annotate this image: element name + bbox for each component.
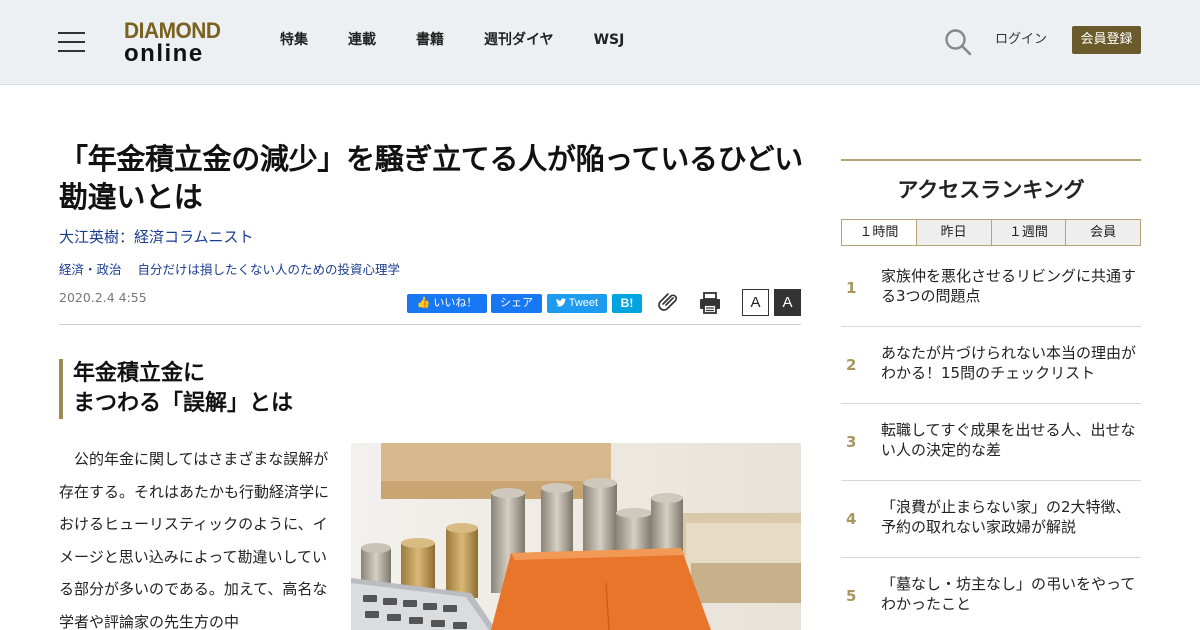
section-heading: 年金積立金に まつわる「誤解」とは	[59, 359, 459, 419]
font-size-normal-button[interactable]: A	[742, 289, 769, 316]
section-heading-line2: まつわる「誤解」とは	[73, 391, 294, 416]
tweet-button[interactable]: Tweet	[547, 294, 607, 313]
article-body: 公的年金に関してはさまざまな誤解が存在する。それはあたかも行動経済学におけるヒュ…	[59, 450, 330, 630]
divider	[59, 324, 801, 325]
facebook-share-button[interactable]: シェア	[491, 294, 542, 313]
ranking-item[interactable]: 5 「墓なし・坊主なし」の弔いをやってわかったこと	[841, 558, 1141, 630]
tag-economy[interactable]: 経済・政治	[59, 262, 122, 277]
tab-1-week[interactable]: １週間	[990, 220, 1066, 245]
publish-date: 2020.2.4 4:55	[59, 290, 147, 305]
ranking-article-link[interactable]: 「墓なし・坊主なし」の弔いをやってわかったこと	[881, 574, 1139, 614]
facebook-like-button[interactable]: 👍 いいね！	[407, 294, 487, 313]
ranking-number: 4	[846, 510, 857, 528]
nav-item-books[interactable]: 書籍	[416, 30, 444, 50]
ranking-number: 2	[846, 356, 857, 374]
main-nav: 特集 連載 書籍 週刊ダイヤ WSJ	[280, 30, 664, 50]
ranking-article-link[interactable]: 転職してすぐ成果を出せる人、出せない人の決定的な差	[881, 420, 1139, 460]
ranking-title: アクセスランキング	[897, 178, 1085, 202]
article-photo	[351, 443, 801, 630]
tag-series[interactable]: 自分だけは損したくない人のための投資心理学	[138, 262, 401, 277]
ranking-number: 1	[846, 279, 857, 297]
nav-item-wsj[interactable]: WSJ	[594, 30, 625, 50]
font-size-large-button[interactable]: A	[774, 289, 801, 316]
like-label: いいね！	[433, 297, 478, 309]
nav-item-features[interactable]: 特集	[280, 30, 308, 50]
search-icon[interactable]	[944, 28, 972, 56]
menu-icon[interactable]	[58, 31, 86, 53]
ranking-article-link[interactable]: あなたが片づけられない本当の理由がわかる！15問のチェックリスト	[881, 343, 1139, 383]
hatena-bookmark-button[interactable]: B!	[612, 294, 642, 313]
register-button[interactable]: 会員登録	[1072, 26, 1141, 54]
site-header: DIAMOND online 特集 連載 書籍 週刊ダイヤ WSJ ログイン 会…	[0, 0, 1200, 85]
tab-members[interactable]: 会員	[1065, 220, 1140, 245]
ranking-number: 3	[846, 433, 857, 451]
ranking-item[interactable]: 2 あなたが片づけられない本当の理由がわかる！15問のチェックリスト	[841, 327, 1141, 404]
ranking-top-border	[841, 159, 1141, 161]
thumbs-up-icon: 👍	[416, 297, 431, 309]
print-icon[interactable]	[698, 291, 722, 315]
ranking-tabs: １時間 昨日 １週間 会員	[841, 219, 1141, 246]
twitter-bird-icon	[555, 298, 566, 307]
paperclip-icon[interactable]	[658, 291, 680, 313]
ranking-item[interactable]: 4 「浪費が止まらない家」の2大特徴、予約の取れない家政婦が解説	[841, 481, 1141, 558]
section-heading-line1: 年金積立金に	[73, 361, 206, 386]
ranking-item[interactable]: 1 家族仲を悪化させるリビングに共通する3つの問題点	[841, 250, 1141, 327]
nav-item-weekly[interactable]: 週刊ダイヤ	[484, 30, 554, 50]
ranking-number: 5	[846, 587, 857, 605]
login-link[interactable]: ログイン	[995, 31, 1047, 49]
tab-yesterday[interactable]: 昨日	[915, 220, 991, 245]
ranking-article-link[interactable]: 「浪費が止まらない家」の2大特徴、予約の取れない家政婦が解説	[881, 497, 1139, 537]
author-link[interactable]: 大江英樹：経済コラムニスト	[59, 228, 254, 246]
coins-calculator-illustration	[351, 443, 801, 630]
article-tags: 経済・政治 自分だけは損したくない人のための投資心理学	[59, 262, 412, 278]
ranking-article-link[interactable]: 家族仲を悪化させるリビングに共通する3つの問題点	[881, 266, 1139, 306]
site-logo[interactable]: DIAMOND online	[124, 19, 228, 67]
tweet-label: Tweet	[568, 297, 599, 309]
ranking-item[interactable]: 3 転職してすぐ成果を出せる人、出せない人の決定的な差	[841, 404, 1141, 481]
nav-item-series[interactable]: 連載	[348, 30, 376, 50]
ranking-list: 1 家族仲を悪化させるリビングに共通する3つの問題点 2 あなたが片づけられない…	[841, 250, 1141, 630]
logo-line2: online	[124, 40, 204, 67]
tab-1-hour[interactable]: １時間	[842, 220, 916, 245]
article-title: 「年金積立金の減少」を騒ぎ立てる人が陥っているひどい勘違いとは	[59, 142, 803, 214]
